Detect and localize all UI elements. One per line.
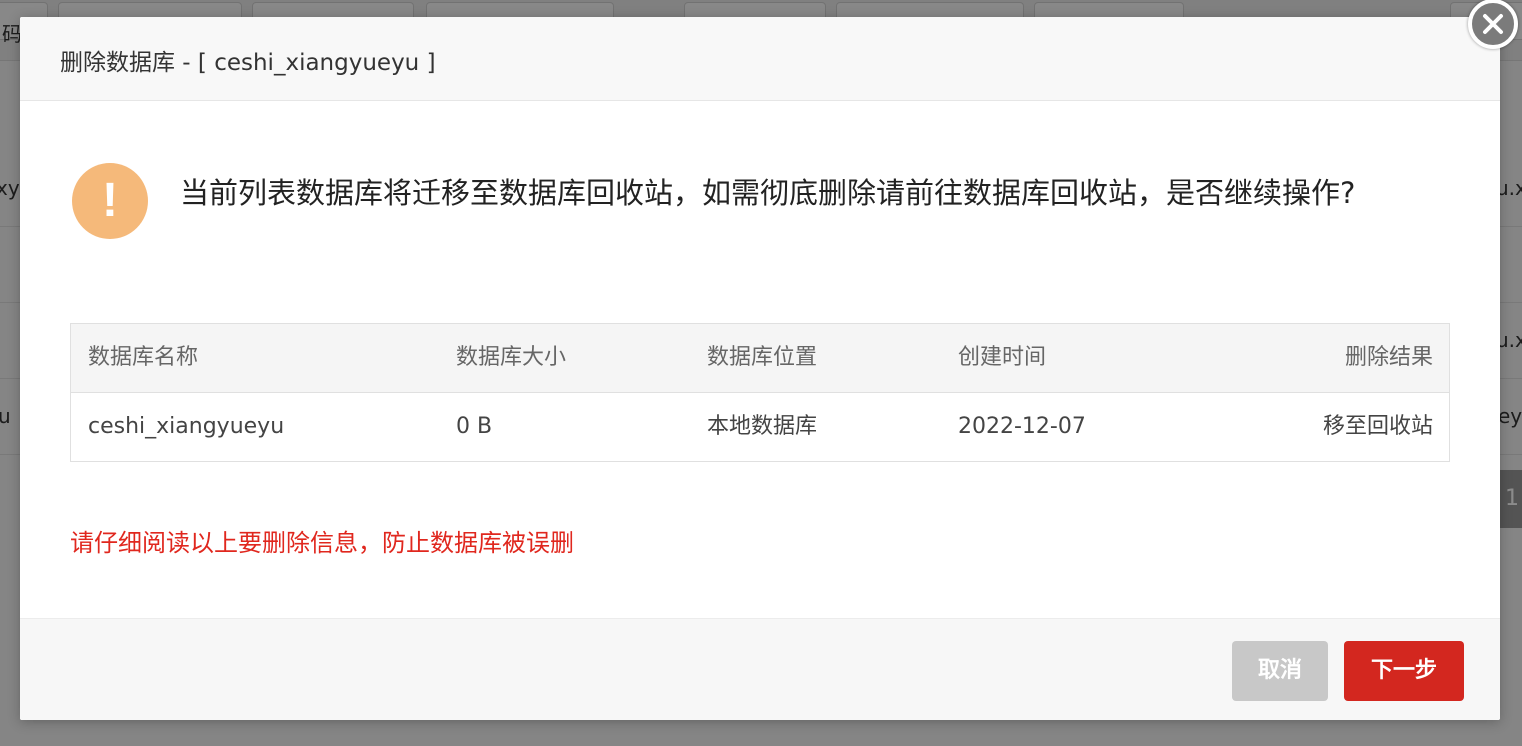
warning-icon: !	[72, 163, 148, 239]
exclamation-glyph: !	[102, 174, 118, 227]
cell-database-size: 0 B	[456, 414, 493, 439]
header-database-size: 数据库大小	[456, 345, 567, 370]
cell-database-name: ceshi_xiangyueyu	[88, 414, 285, 439]
cancel-button[interactable]: 取消	[1232, 641, 1328, 701]
cell-created-time: 2022-12-07	[958, 414, 1086, 439]
table-row: ceshi_xiangyueyu 0 B 本地数据库 2022-12-07 移至…	[71, 393, 1449, 461]
table-header-row: 数据库名称 数据库大小 数据库位置 创建时间 删除结果	[71, 324, 1449, 393]
close-icon	[1483, 14, 1503, 34]
dialog-header: 删除数据库 - [ ceshi_xiangyueyu ]	[20, 17, 1500, 101]
header-created-time: 创建时间	[958, 345, 1047, 370]
header-database-name: 数据库名称	[88, 345, 199, 370]
dialog-footer: 取消 下一步	[20, 618, 1500, 720]
cell-database-location: 本地数据库	[707, 414, 818, 439]
dialog-title: 删除数据库 - [ ceshi_xiangyueyu ]	[60, 50, 436, 76]
delete-database-dialog: 删除数据库 - [ ceshi_xiangyueyu ] ! 当前列表数据库将迁…	[20, 17, 1500, 720]
confirmation-message: 当前列表数据库将迁移至数据库回收站，如需彻底删除请前往数据库回收站，是否继续操作…	[180, 176, 1356, 210]
next-step-button[interactable]: 下一步	[1344, 641, 1464, 701]
close-dialog-button[interactable]	[1468, 0, 1518, 49]
cell-delete-result: 移至回收站	[1322, 414, 1433, 439]
caution-text: 请仔细阅读以上要删除信息，防止数据库被误删	[70, 529, 574, 557]
header-database-location: 数据库位置	[707, 345, 818, 370]
database-info-table: 数据库名称 数据库大小 数据库位置 创建时间 删除结果 ceshi_xiangy…	[70, 323, 1450, 462]
header-delete-result: 删除结果	[1344, 345, 1433, 370]
